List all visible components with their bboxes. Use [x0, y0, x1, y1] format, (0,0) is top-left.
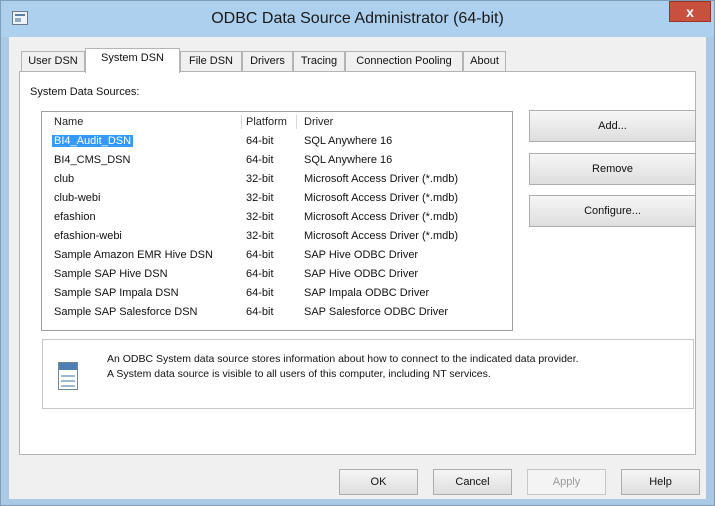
dsn-platform: 32-bit	[246, 211, 274, 223]
ok-button[interactable]: OK	[339, 469, 418, 495]
dsn-driver: SQL Anywhere 16	[304, 154, 393, 166]
tab-system-dsn[interactable]: System DSN	[85, 48, 180, 73]
dsn-driver: SAP Hive ODBC Driver	[304, 268, 419, 280]
close-button[interactable]: x	[669, 1, 711, 22]
dsn-driver: Microsoft Access Driver (*.mdb)	[304, 230, 459, 242]
info-text: An ODBC System data source stores inform…	[107, 352, 687, 382]
dsn-platform: 64-bit	[246, 287, 274, 299]
dsn-name: Sample SAP Salesforce DSN	[54, 306, 198, 318]
dsn-platform: 64-bit	[246, 268, 274, 280]
system-data-sources-list[interactable]: Name Platform Driver BI4_Audit_DSN 64-bi…	[41, 111, 513, 331]
tab-user-dsn[interactable]: User DSN	[21, 51, 85, 71]
dsn-platform: 64-bit	[246, 154, 274, 166]
dsn-name: efashion	[54, 211, 96, 223]
dsn-name: Sample Amazon EMR Hive DSN	[54, 249, 213, 261]
tab-drivers[interactable]: Drivers	[242, 51, 293, 71]
list-item[interactable]: efashion 32-bit Microsoft Access Driver …	[42, 209, 512, 228]
list-item[interactable]: Sample Amazon EMR Hive DSN 64-bit SAP Hi…	[42, 247, 512, 266]
tab-file-dsn[interactable]: File DSN	[180, 51, 242, 71]
cancel-button[interactable]: Cancel	[433, 469, 512, 495]
apply-button[interactable]: Apply	[527, 469, 606, 495]
configure-button[interactable]: Configure...	[529, 195, 696, 227]
tab-connection-pooling[interactable]: Connection Pooling	[345, 51, 463, 71]
dsn-name: efashion-webi	[54, 230, 122, 242]
dsn-driver: Microsoft Access Driver (*.mdb)	[304, 173, 459, 185]
dsn-platform: 32-bit	[246, 173, 274, 185]
dsn-name: Sample SAP Impala DSN	[54, 287, 179, 299]
dsn-platform: 64-bit	[246, 306, 274, 318]
dsn-platform: 64-bit	[246, 249, 274, 261]
list-item[interactable]: BI4_CMS_DSN 64-bit SQL Anywhere 16	[42, 152, 512, 171]
column-divider[interactable]	[241, 115, 242, 129]
title-bar[interactable]: ODBC Data Source Administrator (64-bit) …	[1, 1, 714, 37]
list-item[interactable]: Sample SAP Impala DSN 64-bit SAP Impala …	[42, 285, 512, 304]
system-data-sources-label: System Data Sources:	[30, 86, 140, 98]
column-header-name[interactable]: Name	[54, 116, 83, 128]
tab-tracing[interactable]: Tracing	[293, 51, 345, 71]
dialog-client-area: User DSN System DSN File DSN Drivers Tra…	[9, 37, 706, 499]
dsn-platform: 32-bit	[246, 230, 274, 242]
list-item[interactable]: efashion-webi 32-bit Microsoft Access Dr…	[42, 228, 512, 247]
remove-button[interactable]: Remove	[529, 153, 696, 185]
dsn-name: Sample SAP Hive DSN	[54, 268, 168, 280]
dialog-window: ODBC Data Source Administrator (64-bit) …	[0, 0, 715, 506]
icon-grid	[61, 373, 75, 387]
icon-header-band	[59, 363, 77, 370]
dsn-name: club	[54, 173, 75, 185]
dsn-driver: SAP Impala ODBC Driver	[304, 287, 430, 299]
add-button[interactable]: Add...	[529, 110, 696, 142]
dsn-driver: Microsoft Access Driver (*.mdb)	[304, 192, 459, 204]
column-header-driver[interactable]: Driver	[304, 116, 333, 128]
column-divider[interactable]	[296, 115, 297, 129]
list-item[interactable]: Sample SAP Hive DSN 64-bit SAP Hive ODBC…	[42, 266, 512, 285]
tab-about[interactable]: About	[463, 51, 506, 71]
dsn-driver: Microsoft Access Driver (*.mdb)	[304, 211, 459, 223]
list-item[interactable]: club-webi 32-bit Microsoft Access Driver…	[42, 190, 512, 209]
dsn-platform: 32-bit	[246, 192, 274, 204]
dsn-name: club-webi	[54, 192, 101, 204]
list-item[interactable]: club 32-bit Microsoft Access Driver (*.m…	[42, 171, 512, 190]
dsn-driver: SAP Salesforce ODBC Driver	[304, 306, 449, 318]
window-title: ODBC Data Source Administrator (64-bit)	[211, 10, 504, 27]
dsn-name: BI4_CMS_DSN	[54, 154, 131, 166]
data-source-icon	[58, 362, 78, 390]
info-line-1: An ODBC System data source stores inform…	[107, 353, 579, 365]
info-line-2: A System data source is visible to all u…	[107, 368, 491, 380]
help-button[interactable]: Help	[621, 469, 700, 495]
info-box: An ODBC System data source stores inform…	[42, 339, 694, 409]
dsn-platform: 64-bit	[246, 135, 274, 147]
list-item[interactable]: Sample SAP Salesforce DSN 64-bit SAP Sal…	[42, 304, 512, 323]
list-item[interactable]: BI4_Audit_DSN 64-bit SQL Anywhere 16	[42, 133, 512, 152]
column-header-platform[interactable]: Platform	[246, 116, 287, 128]
dsn-name: BI4_Audit_DSN	[52, 135, 134, 147]
dsn-driver: SAP Hive ODBC Driver	[304, 249, 419, 261]
dsn-driver: SQL Anywhere 16	[304, 135, 393, 147]
